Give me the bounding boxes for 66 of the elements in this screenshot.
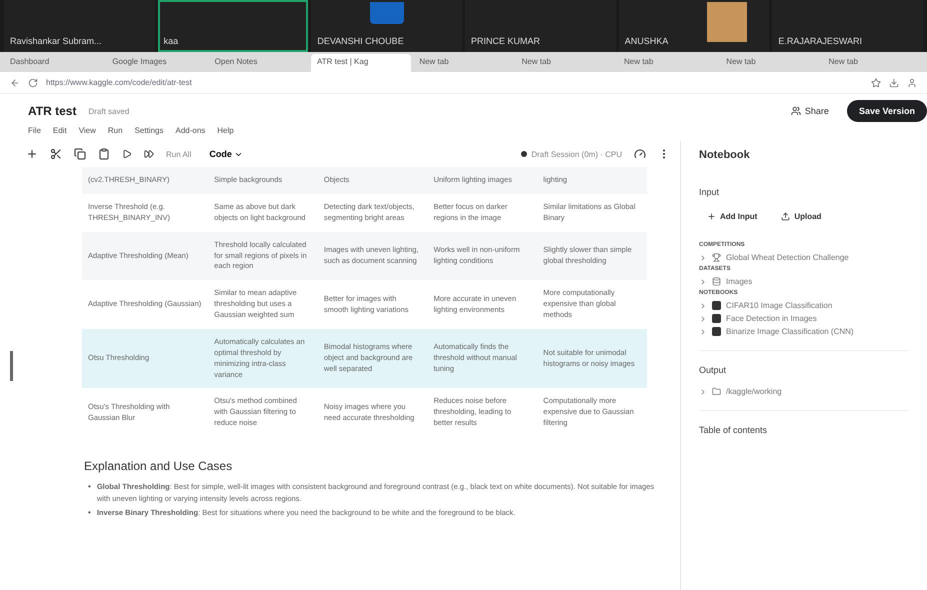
participant-name: Ravishankar Subram... xyxy=(10,36,103,46)
browser-tab[interactable]: New tab xyxy=(516,54,616,72)
run-all-button[interactable]: Run All xyxy=(166,150,192,158)
input-item[interactable]: Face Detection in Images xyxy=(699,312,927,325)
run-icon[interactable] xyxy=(122,149,132,159)
sidebar-title: Notebook xyxy=(699,149,751,161)
chevron-icon xyxy=(699,388,707,396)
photo-placeholder xyxy=(707,2,748,42)
save-version-button[interactable]: Save Version xyxy=(846,100,927,122)
session-status: Draft Session (0m) · CPU xyxy=(521,150,622,158)
resize-handle[interactable] xyxy=(10,350,12,380)
chevron-icon xyxy=(699,278,707,286)
menu-item[interactable]: File xyxy=(28,126,41,135)
database-icon xyxy=(712,277,721,286)
browser-tab[interactable]: New tab xyxy=(618,54,718,72)
back-icon[interactable] xyxy=(10,78,20,88)
add-icon[interactable] xyxy=(26,148,38,160)
browser-tab[interactable]: Google Images xyxy=(106,54,207,72)
browser-tab[interactable]: New tab xyxy=(413,54,514,72)
input-item[interactable]: Binarize Image Classification (CNN) xyxy=(699,325,927,338)
gauge-icon[interactable] xyxy=(634,148,646,160)
reload-icon[interactable] xyxy=(28,78,38,88)
participant-name: kaa xyxy=(164,36,180,46)
input-item[interactable]: Global Wheat Detection Challenge xyxy=(699,251,927,264)
browser-tab[interactable]: New tab xyxy=(720,54,821,72)
download-icon[interactable] xyxy=(889,78,899,88)
cut-icon[interactable] xyxy=(50,148,62,160)
section-title: Output xyxy=(699,365,728,375)
save-status: Draft saved xyxy=(88,106,130,116)
menu-item[interactable]: View xyxy=(78,126,96,135)
plus-icon xyxy=(707,212,716,221)
section-title: Input xyxy=(699,187,720,197)
section-heading: Explanation and Use Cases xyxy=(84,459,234,473)
participant-name: ANUSHKA xyxy=(624,36,670,46)
share-button[interactable]: Share xyxy=(784,105,835,117)
notebook-title: ATR test xyxy=(28,104,76,118)
browser-tab[interactable]: New tab xyxy=(822,54,923,72)
upload-icon xyxy=(781,212,790,221)
star-icon[interactable] xyxy=(871,78,881,88)
cell-type-dropdown[interactable]: Code xyxy=(203,148,249,160)
menu-item[interactable]: Settings xyxy=(134,126,164,135)
input-item[interactable]: CIFAR10 Image Classification xyxy=(699,299,927,312)
menu-item[interactable]: Help xyxy=(217,126,234,135)
address-bar[interactable]: https://www.kaggle.com/code/edit/atr-test xyxy=(46,78,863,87)
trophy-icon xyxy=(712,253,721,262)
participant-name: E.RAJARAJESWARI xyxy=(778,36,864,46)
copy-icon[interactable] xyxy=(74,148,86,160)
menu-item[interactable]: Edit xyxy=(52,126,67,135)
fast-forward-icon[interactable] xyxy=(144,149,154,159)
profile-icon[interactable] xyxy=(907,78,917,88)
browser-tab[interactable]: Dashboard xyxy=(4,54,104,72)
input-item[interactable]: Images xyxy=(699,275,927,288)
bullet-marker: • xyxy=(88,481,91,493)
paste-icon[interactable] xyxy=(98,148,110,160)
browser-tab[interactable]: ATR test | Kag xyxy=(310,54,412,72)
menu-item[interactable]: Add-ons xyxy=(175,126,206,135)
participant-name: PRINCE KUMAR xyxy=(471,36,542,46)
chevron-icon xyxy=(699,254,707,262)
output-item[interactable]: /kaggle/working xyxy=(699,385,927,398)
menu-item[interactable]: Run xyxy=(108,126,123,135)
people-icon xyxy=(790,106,801,116)
participant-name: DEVANSHI CHOUBE xyxy=(317,36,405,46)
bullet-marker: • xyxy=(88,507,91,519)
folder-icon xyxy=(712,387,721,396)
section-title: Table of contents xyxy=(699,425,768,435)
browser-tab[interactable]: Open Notes xyxy=(208,54,309,72)
